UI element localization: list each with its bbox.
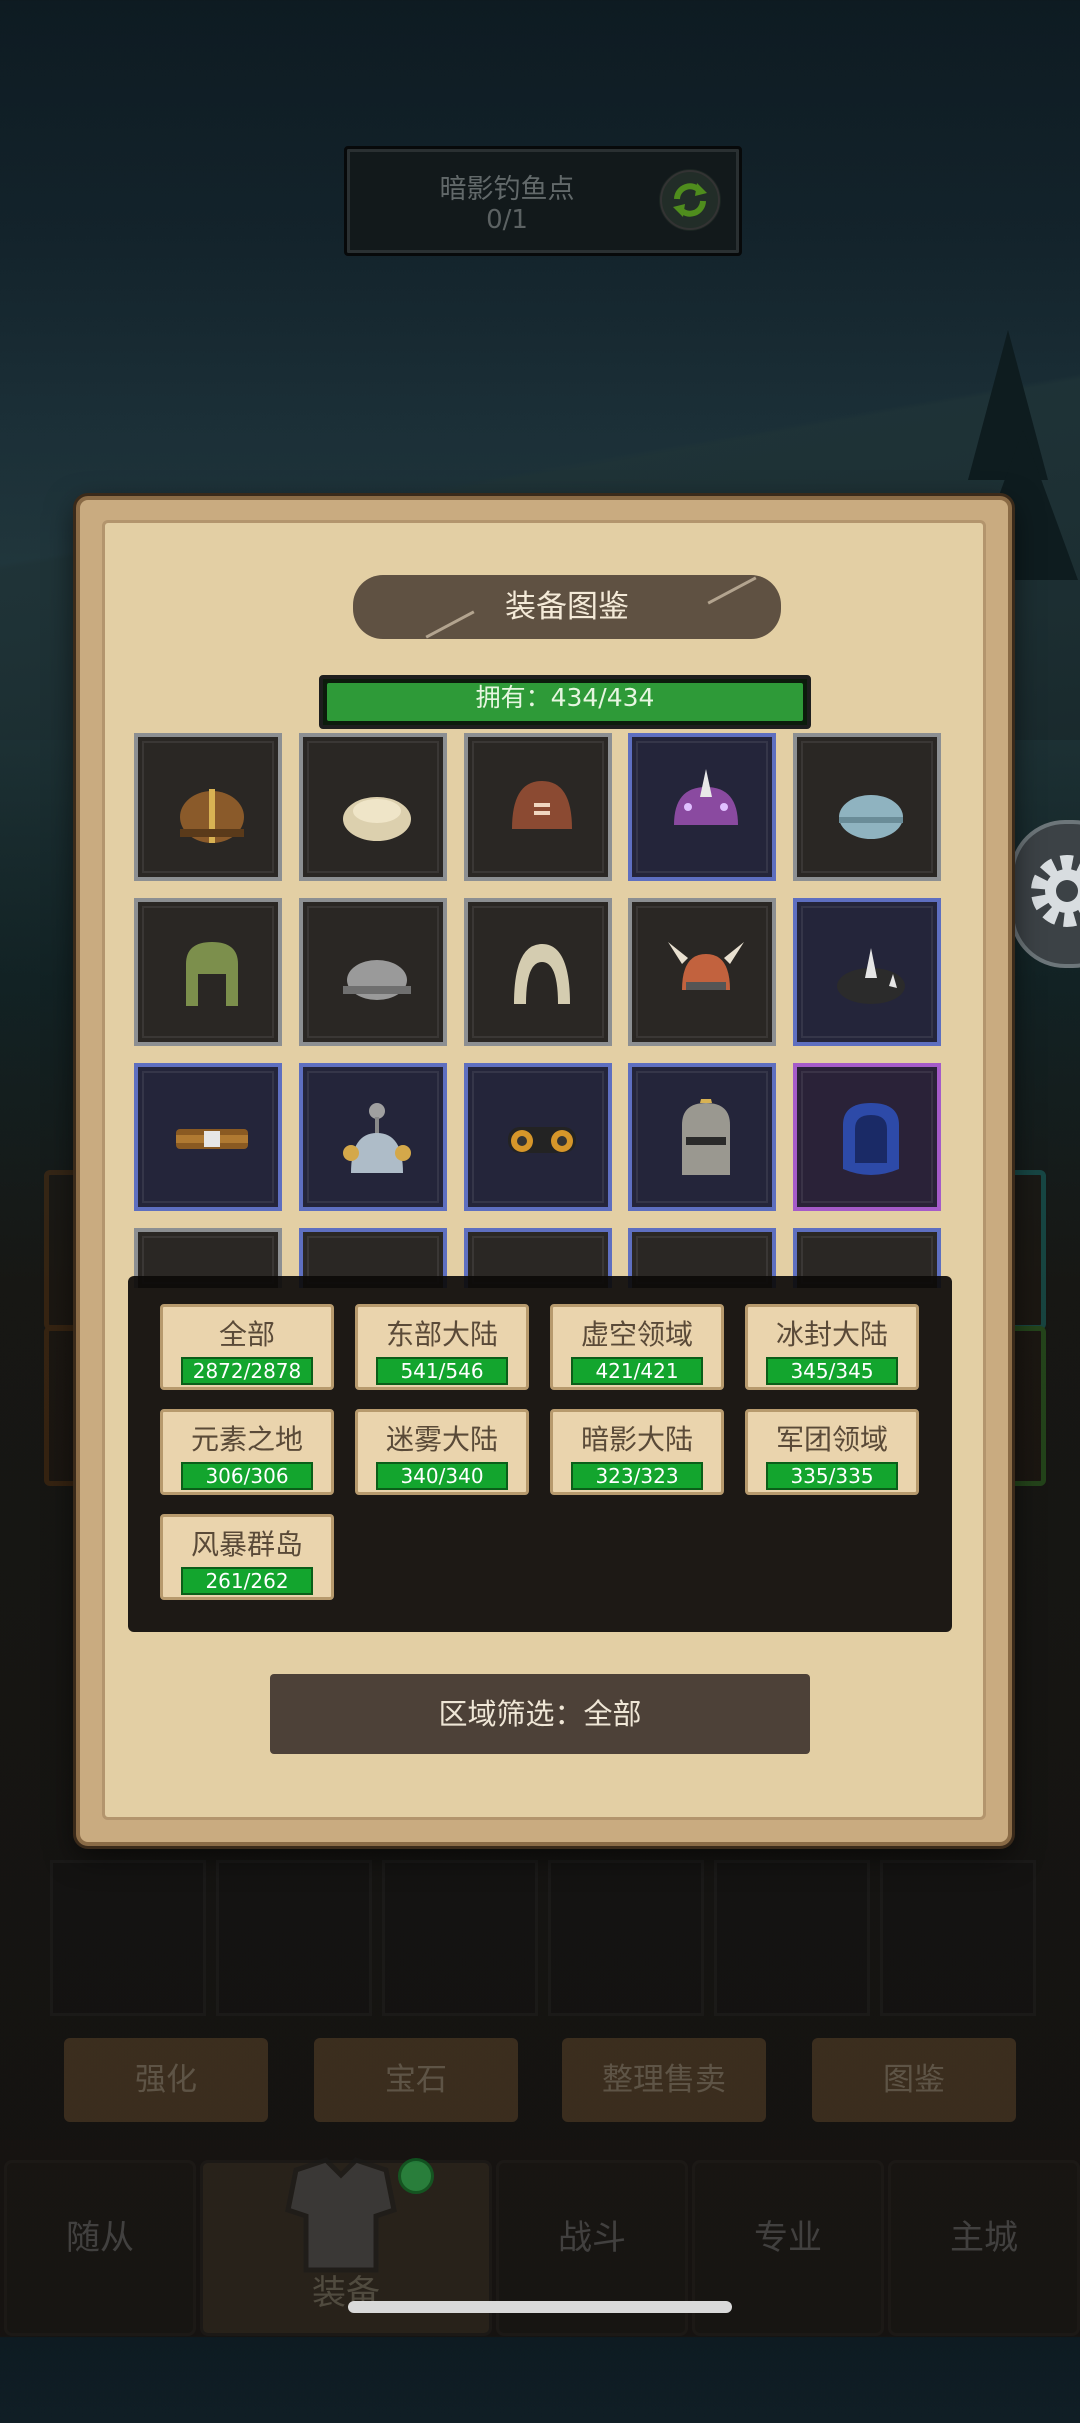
region-count: 323/323 <box>571 1462 703 1490</box>
antenna-helm-icon <box>343 1103 411 1173</box>
nav-main-city[interactable]: 主城 <box>888 2160 1080 2336</box>
catalog-item-slot[interactable] <box>299 733 447 881</box>
region-name: 暗影大陆 <box>580 1423 693 1456</box>
inventory-slot <box>714 1860 870 2016</box>
iron-cap-icon <box>343 960 411 1000</box>
inventory-slot <box>880 1860 1036 2016</box>
catalog-item-slot[interactable] <box>628 733 776 881</box>
region-count: 421/421 <box>571 1357 703 1385</box>
region-button[interactable]: 迷雾大陆 340/340 <box>355 1409 529 1495</box>
inventory-slot <box>216 1860 372 2016</box>
catalog-item-slot[interactable] <box>464 1063 612 1211</box>
region-button[interactable]: 冰封大陆 345/345 <box>745 1304 919 1390</box>
fishing-spot-count: 0/1 <box>486 205 528 235</box>
region-count: 261/262 <box>181 1567 313 1595</box>
region-name: 军团领域 <box>775 1423 888 1456</box>
region-button[interactable]: 元素之地 306/306 <box>160 1409 334 1495</box>
catalog-item-slot[interactable] <box>628 1063 776 1211</box>
cloth-cap-icon <box>343 797 411 841</box>
region-button[interactable]: 军团领域 335/335 <box>745 1409 919 1495</box>
catalog-button[interactable]: 图鉴 <box>812 2038 1016 2122</box>
fishing-spot-name: 暗影钓鱼点 <box>439 174 575 205</box>
region-count: 306/306 <box>181 1462 313 1490</box>
goggles-icon <box>508 1127 576 1153</box>
region-button[interactable]: 虚空领域 421/421 <box>550 1304 724 1390</box>
catalog-item-slot[interactable] <box>464 733 612 881</box>
region-name: 冰封大陆 <box>775 1318 888 1351</box>
chest-armor-icon <box>285 2157 397 2273</box>
catalog-item-slot[interactable] <box>134 1063 282 1211</box>
catalog-item-slot[interactable] <box>134 733 282 881</box>
catalog-item-slot[interactable] <box>793 1063 941 1211</box>
leather-cap-icon <box>180 789 244 843</box>
catalog-item-slot[interactable] <box>134 898 282 1046</box>
home-indicator <box>348 2301 732 2313</box>
enhance-button[interactable]: 强化 <box>64 2038 268 2122</box>
knight-helm-icon <box>682 1099 730 1175</box>
inventory-slot <box>548 1860 704 2016</box>
region-name: 元素之地 <box>190 1423 303 1456</box>
settings-button[interactable] <box>1010 820 1080 968</box>
green-hood-icon <box>186 942 238 1006</box>
region-name: 迷雾大陆 <box>385 1423 498 1456</box>
region-name: 东部大陆 <box>385 1318 498 1351</box>
refresh-icon[interactable] <box>659 169 721 231</box>
sort-sell-button[interactable]: 整理售卖 <box>562 2038 766 2122</box>
horned-helm-icon <box>668 942 744 990</box>
catalog-item-slot[interactable] <box>793 898 941 1046</box>
region-name: 虚空领域 <box>580 1318 693 1351</box>
region-button[interactable]: 东部大陆 541/546 <box>355 1304 529 1390</box>
blue-hood-icon <box>843 1103 899 1175</box>
white-hood-icon <box>514 944 570 1004</box>
dialog-title: 装备图鉴 <box>353 575 781 639</box>
region-count: 345/345 <box>766 1357 898 1385</box>
brown-helm-icon <box>512 781 572 829</box>
catalog-item-slot[interactable] <box>299 1063 447 1211</box>
inventory-slot <box>50 1860 206 2016</box>
nav-followers[interactable]: 随从 <box>4 2160 196 2336</box>
region-name: 全部 <box>218 1318 275 1351</box>
owned-progress-label: 拥有：434/434 <box>475 683 655 712</box>
catalog-item-slot[interactable] <box>299 898 447 1046</box>
gem-button[interactable]: 宝石 <box>314 2038 518 2122</box>
inventory-slot <box>382 1860 538 2016</box>
notification-badge <box>398 2158 434 2194</box>
circlet-icon <box>176 1129 248 1149</box>
region-button[interactable]: 全部 2872/2878 <box>160 1304 334 1390</box>
teal-cap-icon <box>839 795 903 839</box>
region-button[interactable]: 风暴群岛 261/262 <box>160 1514 334 1600</box>
region-count: 541/546 <box>376 1357 508 1385</box>
region-count: 335/335 <box>766 1462 898 1490</box>
fishing-spot-panel[interactable]: 暗影钓鱼点 0/1 <box>344 146 742 256</box>
black-spiked-cap-icon <box>837 948 905 1004</box>
region-button[interactable]: 暗影大陆 323/323 <box>550 1409 724 1495</box>
owned-progress-bar: 拥有：434/434 <box>319 675 811 729</box>
catalog-item-slot[interactable] <box>628 898 776 1046</box>
gear-icon <box>1031 855 1080 927</box>
spiked-purple-helm-icon <box>674 769 738 825</box>
catalog-item-slot[interactable] <box>793 733 941 881</box>
region-filter-button[interactable]: 区域筛选：全部 <box>270 1674 810 1754</box>
region-count: 2872/2878 <box>181 1357 313 1385</box>
region-name: 风暴群岛 <box>190 1528 303 1561</box>
catalog-item-slot[interactable] <box>464 898 612 1046</box>
region-count: 340/340 <box>376 1462 508 1490</box>
